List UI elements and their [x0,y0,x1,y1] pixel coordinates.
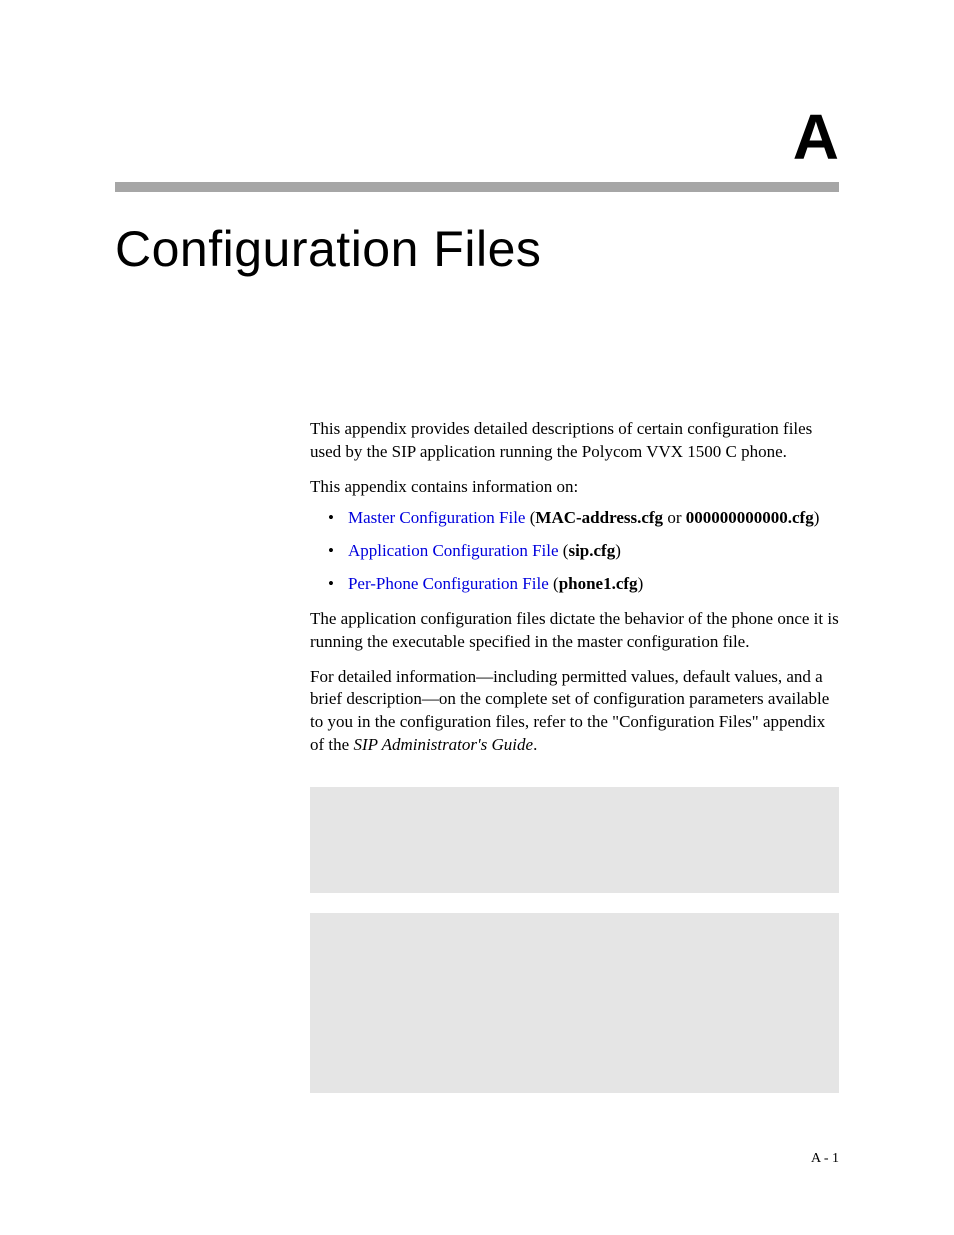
list-item: • Per-Phone Configuration File (phone1.c… [310,573,839,596]
list-item-text: Master Configuration File (MAC-address.c… [348,507,819,530]
body-content: This appendix provides detailed descript… [310,418,839,1093]
placeholder-box-2 [310,913,839,1093]
intro-paragraph-1: This appendix provides detailed descript… [310,418,839,464]
body-paragraph-3: The application configuration files dict… [310,608,839,654]
link-master-config[interactable]: Master Configuration File [348,508,526,527]
header-divider [115,182,839,192]
list-item-text: Application Configuration File (sip.cfg) [348,540,621,563]
bullet-icon: • [328,540,334,563]
bullet-list: • Master Configuration File (MAC-address… [310,507,839,596]
bullet-icon: • [328,507,334,530]
guide-title: SIP Administrator's Guide [353,735,533,754]
page-number: A - 1 [811,1151,839,1167]
body-paragraph-4: For detailed information—including permi… [310,666,839,758]
list-item: • Application Configuration File (sip.cf… [310,540,839,563]
intro-paragraph-2: This appendix contains information on: [310,476,839,499]
appendix-letter: A [115,100,839,174]
link-application-config[interactable]: Application Configuration File [348,541,559,560]
list-item: • Master Configuration File (MAC-address… [310,507,839,530]
placeholder-box-1 [310,787,839,893]
list-item-text: Per-Phone Configuration File (phone1.cfg… [348,573,643,596]
link-per-phone-config[interactable]: Per-Phone Configuration File [348,574,549,593]
page-title: Configuration Files [115,220,839,278]
bullet-icon: • [328,573,334,596]
